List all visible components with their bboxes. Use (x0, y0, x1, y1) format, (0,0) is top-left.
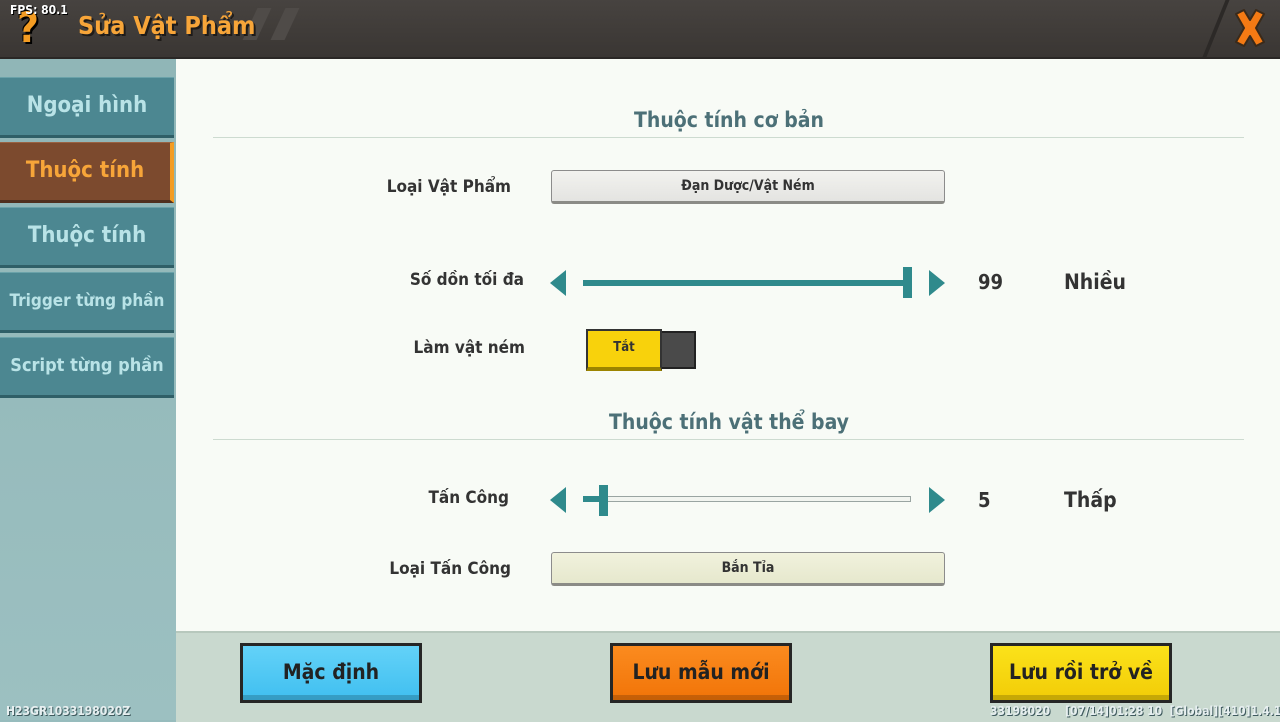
sidebar-item-appearance[interactable]: Ngoại hình (0, 77, 174, 138)
sidebar-item-label: Thuộc tính (25, 158, 145, 183)
sidebar-item-properties-active[interactable]: Thuộc tính (0, 142, 174, 203)
fps-counter: FPS: 80.1 (10, 3, 68, 17)
header-divider (1202, 0, 1230, 57)
close-icon[interactable] (1230, 6, 1270, 50)
attack-type-dropdown[interactable]: Bắn Tỉa (551, 552, 945, 586)
default-button[interactable]: Mặc định (240, 643, 422, 703)
item-type-label: Loại Vật Phẩm (386, 177, 511, 197)
section-divider (213, 137, 1244, 138)
section-divider (213, 439, 1244, 440)
save-new-template-button[interactable]: Lưu mẫu mới (610, 643, 792, 703)
increase-arrow-icon[interactable] (929, 487, 945, 513)
section-title-basic: Thuộc tính cơ bản (633, 108, 824, 132)
save-and-return-button[interactable]: Lưu rồi trở về (990, 643, 1172, 703)
device-id-text: H23GR1033198020Z (6, 704, 131, 718)
max-stack-value: 99 (978, 270, 1004, 294)
attack-type-label: Loại Tấn Công (389, 559, 511, 579)
throwable-toggle-knob[interactable]: Tắt (586, 329, 662, 371)
attack-label: Tấn Công (428, 488, 509, 508)
increase-arrow-icon[interactable] (929, 270, 945, 296)
max-stack-label: Số dồn tối đa (409, 270, 524, 290)
sidebar-item-label: Trigger từng phần (9, 291, 165, 311)
sidebar-item-properties[interactable]: Thuộc tính (0, 207, 174, 268)
item-type-dropdown[interactable]: Đạn Dược/Vật Ném (551, 170, 945, 204)
attack-level: Thấp (1064, 488, 1117, 512)
max-stack-slider-track[interactable] (583, 280, 911, 286)
sidebar-item-label: Thuộc tính (27, 223, 147, 248)
max-stack-slider-handle[interactable] (903, 267, 912, 298)
max-stack-level: Nhiều (1064, 270, 1127, 294)
section-title-flying: Thuộc tính vật thể bay (608, 410, 849, 434)
decrease-arrow-icon[interactable] (550, 487, 566, 513)
page-title: Sửa Vật Phẩm (78, 11, 256, 40)
version-info-text: 33198020 [07/14]01:28 10 [Global][410]1.… (990, 704, 1280, 718)
attack-value: 5 (978, 488, 991, 512)
attack-slider-handle[interactable] (599, 485, 608, 516)
attack-slider-track[interactable] (583, 496, 911, 502)
sidebar-item-label: Ngoại hình (26, 93, 148, 118)
header-decoration (242, 8, 310, 40)
sidebar-item-label: Script từng phần (10, 355, 164, 376)
sidebar-item-trigger[interactable]: Trigger từng phần (0, 272, 174, 333)
throwable-label: Làm vật ném (413, 338, 525, 358)
sidebar-item-script[interactable]: Script từng phần (0, 337, 174, 398)
decrease-arrow-icon[interactable] (550, 270, 566, 296)
